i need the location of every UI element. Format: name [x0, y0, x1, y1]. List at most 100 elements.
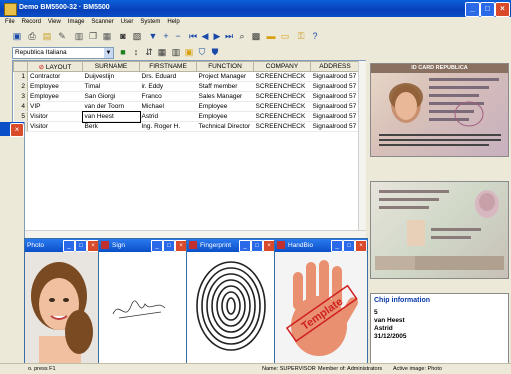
menu-view[interactable]: View — [48, 17, 61, 28]
open-icon[interactable]: ▤ — [42, 31, 52, 41]
minimize-button[interactable]: _ — [465, 2, 480, 17]
menu-user[interactable]: User — [121, 17, 134, 28]
grid-icon[interactable]: ▦ — [157, 47, 167, 57]
filter-clear-icon[interactable]: ⛊ — [210, 47, 220, 57]
cell-company[interactable]: SCREENCHECK — [253, 81, 311, 92]
menu-help[interactable]: Help — [167, 17, 179, 28]
table-row[interactable]: 1 Contractor Duijvestijn Drs. Eduard Pro… — [13, 71, 360, 82]
cell-firstname[interactable]: Astrid — [139, 111, 197, 122]
sort-asc-icon[interactable]: ↕ — [131, 47, 141, 57]
cell-address[interactable]: Signaalrood 57 — [310, 111, 360, 122]
close-icon[interactable]: × — [10, 123, 24, 137]
menu-file[interactable]: File — [5, 17, 15, 28]
background-window[interactable]: × — [0, 122, 25, 362]
handbio-window-titlebar[interactable]: HandBio _ □ × — [275, 239, 367, 252]
cell-address[interactable]: Signaalrood 57 — [310, 71, 360, 82]
table-row[interactable]: 2 Employee Timal ir. Eddy Staff member S… — [13, 81, 360, 92]
cell-function[interactable]: Employee — [196, 101, 254, 112]
cell-firstname[interactable]: Michael — [139, 101, 197, 112]
cell-layout[interactable]: Employee — [27, 91, 83, 102]
cell-address[interactable]: Signaalrood 57 — [310, 121, 360, 132]
photo-window-titlebar[interactable]: Photo _ □ × — [25, 239, 99, 252]
sort-desc-icon[interactable]: ⇵ — [144, 47, 154, 57]
menu-system[interactable]: System — [140, 17, 160, 28]
cell-firstname[interactable]: ir. Eddy — [139, 81, 197, 92]
cell-firstname[interactable]: Ing. Roger H. — [139, 121, 197, 132]
fingerprint-window-titlebar[interactable]: Fingerprint _ □ × — [187, 239, 275, 252]
maximize-button[interactable]: □ — [480, 2, 495, 17]
column-header-function[interactable]: FUNCTION — [196, 61, 254, 72]
save-icon[interactable]: ▣ — [12, 31, 22, 41]
remove-icon[interactable]: − — [173, 31, 183, 41]
delete-icon[interactable]: ▥ — [74, 31, 84, 41]
maximize-icon[interactable]: □ — [75, 240, 87, 252]
add-icon[interactable]: + — [161, 31, 171, 41]
maximize-icon[interactable]: □ — [343, 240, 355, 252]
cell-layout[interactable]: VIP — [27, 101, 83, 112]
fingerprint-window[interactable]: Fingerprint _ □ × — [186, 238, 276, 365]
cell-surname[interactable]: Timal — [82, 81, 140, 92]
close-button[interactable]: × — [495, 2, 510, 17]
edit-icon[interactable]: ✎ — [57, 31, 67, 41]
table-row[interactable]: 3 Employee San Giorgi Franco Sales Manag… — [13, 91, 360, 102]
report-icon[interactable]: ▩ — [251, 31, 261, 41]
cell-function[interactable]: Staff member — [196, 81, 254, 92]
column-header-surname[interactable]: SURNAME — [82, 61, 140, 72]
cell-company[interactable]: SCREENCHECK — [253, 121, 311, 132]
minimize-icon[interactable]: _ — [63, 240, 75, 252]
layout-icon[interactable]: ▣ — [184, 47, 194, 57]
next-icon[interactable]: ▶ — [212, 31, 222, 41]
background-window-titlebar[interactable]: × — [0, 122, 24, 137]
maximize-icon[interactable]: □ — [251, 240, 263, 252]
cell-surname[interactable]: van der Toorn — [82, 101, 140, 112]
maximize-icon[interactable]: □ — [163, 240, 175, 252]
search-icon[interactable]: ⌕ — [237, 31, 247, 41]
cell-address[interactable]: Signaalrood 57 — [310, 81, 360, 92]
cell-layout[interactable]: Employee — [27, 81, 83, 92]
chevron-down-icon[interactable]: ▼ — [104, 48, 113, 58]
column-header-layout[interactable]: ⊘ LAYOUT — [27, 61, 83, 72]
cell-firstname[interactable]: Drs. Eduard — [139, 71, 197, 82]
table-row[interactable]: Visitor Berk Ing. Roger H. Technical Dir… — [13, 121, 360, 132]
cell-firstname[interactable]: Franco — [139, 91, 197, 102]
menu-record[interactable]: Record — [22, 17, 41, 28]
cell-function[interactable]: Technical Director — [196, 121, 254, 132]
last-icon[interactable]: ⏭ — [224, 31, 234, 41]
minimize-icon[interactable]: _ — [151, 240, 163, 252]
cell-address[interactable]: Signaalrood 57 — [310, 101, 360, 112]
cell-surname[interactable]: Berk — [82, 121, 140, 132]
cell-layout[interactable]: Contractor — [27, 71, 83, 82]
print-icon[interactable]: ⎙ — [27, 31, 37, 41]
sign-window-titlebar[interactable]: Sign _ □ × — [99, 239, 187, 252]
filter-icon[interactable]: ▼ — [148, 31, 158, 41]
camera-icon[interactable]: ◙ — [118, 31, 128, 41]
menu-scanner[interactable]: Scanner — [91, 17, 113, 28]
card-icon[interactable]: ▬ — [266, 31, 276, 41]
cell-function[interactable]: Project Manager — [196, 71, 254, 82]
menu-image[interactable]: Image — [68, 17, 85, 28]
first-icon[interactable]: ⏮ — [188, 31, 198, 41]
cell-company[interactable]: SCREENCHECK — [253, 111, 311, 122]
minimize-icon[interactable]: _ — [331, 240, 343, 252]
cell-layout[interactable]: Visitor — [27, 111, 83, 122]
cell-surname[interactable]: Duijvestijn — [82, 71, 140, 82]
column-header-company[interactable]: COMPANY — [253, 61, 311, 72]
cell-address[interactable]: Signaalrood 57 — [310, 91, 360, 102]
key-icon[interactable]: ⚿ — [296, 31, 306, 41]
scan-icon[interactable]: ▧ — [132, 31, 142, 41]
columns-icon[interactable]: ▥ — [171, 47, 181, 57]
cell-function[interactable]: Employee — [196, 111, 254, 122]
minimize-icon[interactable]: _ — [239, 240, 251, 252]
help-icon[interactable]: ? — [310, 31, 320, 41]
chip-icon[interactable]: ▭ — [280, 31, 290, 41]
database-select[interactable]: Republica Italiana ▼ — [12, 47, 114, 59]
close-icon[interactable]: × — [355, 240, 367, 252]
cell-layout[interactable]: Visitor — [27, 121, 83, 132]
prev-icon[interactable]: ◀ — [200, 31, 210, 41]
cell-function[interactable]: Sales Manager — [196, 91, 254, 102]
green-square-icon[interactable]: ■ — [118, 47, 128, 57]
cell-surname[interactable]: van Heest — [81, 110, 141, 123]
cell-company[interactable]: SCREENCHECK — [253, 71, 311, 82]
filter-icon[interactable]: ⛉ — [197, 47, 207, 57]
cell-company[interactable]: SCREENCHECK — [253, 91, 311, 102]
